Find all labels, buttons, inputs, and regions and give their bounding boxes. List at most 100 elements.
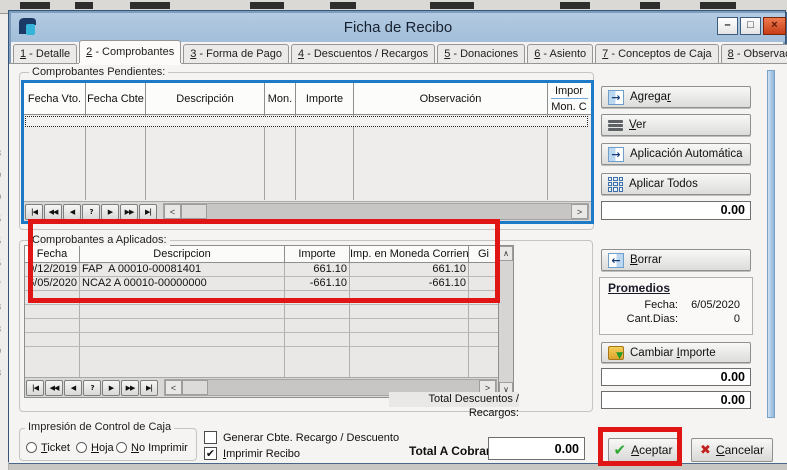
maximize-button[interactable]: □: [740, 17, 761, 35]
title-bar[interactable]: Ficha de Recibo – □ ×: [11, 13, 785, 42]
minimize-button[interactable]: –: [717, 17, 738, 35]
nav-first-button[interactable]: |◀: [25, 204, 43, 220]
scrollbar-thumb[interactable]: [181, 204, 207, 219]
horizontal-scrollbar[interactable]: < >: [163, 203, 589, 220]
cambiar-importe-button[interactable]: ▼ Cambiar Importe: [601, 342, 751, 363]
hoja-label[interactable]: Hoja: [91, 442, 114, 454]
cancelar-label: Cancelar: [716, 443, 764, 457]
agregar-button[interactable]: → Agregar: [601, 86, 751, 108]
col-header-mon[interactable]: Mon.: [265, 83, 296, 114]
nav-last-button[interactable]: ▶|: [139, 204, 157, 220]
close-button[interactable]: ×: [763, 17, 786, 35]
imprimir-recibo-checkbox[interactable]: ✔: [204, 447, 217, 460]
background-text-fragment: [330, 2, 356, 9]
tab-forma-de-pago[interactable]: 3 - Forma de Pago: [183, 44, 289, 63]
scroll-left-button[interactable]: <: [164, 204, 181, 219]
applied-subtotal-field[interactable]: 0.00: [601, 368, 751, 386]
folder-down-icon: ▼: [608, 346, 624, 360]
borrar-label: Borrar: [630, 254, 662, 266]
promedios-fecha-value: 6/05/2020: [678, 299, 740, 311]
nav-search-button[interactable]: ?: [83, 380, 101, 396]
tab-observacion[interactable]: 8 - Observación: [721, 44, 787, 63]
total-a-cobrar-field[interactable]: 0.00: [488, 437, 585, 460]
aplicar-todos-button[interactable]: Aplicar Todos: [601, 173, 751, 195]
selected-empty-row[interactable]: [25, 116, 588, 127]
pending-grid-body[interactable]: [24, 115, 591, 200]
ver-label: Ver: [629, 119, 646, 131]
promedios-fecha-label: Fecha:: [600, 299, 678, 311]
generar-cbte-checkbox[interactable]: [204, 431, 217, 444]
ver-button[interactable]: Ver: [601, 114, 751, 136]
nav-next-button[interactable]: ▶: [102, 380, 120, 396]
apply-arrow-icon: →: [608, 90, 624, 105]
print-group-label: Impresión de Control de Caja: [25, 421, 174, 433]
annotation-rectangle-aceptar: [598, 427, 682, 466]
background-text-fragment: [20, 2, 50, 9]
window-title: Ficha de Recibo: [11, 19, 785, 36]
aplicacion-automatica-button[interactable]: → Aplicación Automática: [601, 143, 751, 165]
no-imprimir-radio[interactable]: [116, 442, 127, 453]
col-header-descripcion[interactable]: Descripción: [146, 83, 265, 114]
pending-total-field[interactable]: 0.00: [601, 201, 751, 220]
nav-first-button[interactable]: |◀: [26, 380, 44, 396]
tab-descuentos-recargos[interactable]: 4 - Descuentos / Recargos: [291, 44, 435, 63]
nav-search-button[interactable]: ?: [82, 204, 100, 220]
promedios-panel: Promedios Fecha: 6/05/2020 Cant.Dias: 0: [599, 277, 753, 335]
tab-detalle[interactable]: 1 - Detalle: [13, 44, 77, 63]
nav-fast-next-button[interactable]: ▶▶: [121, 380, 139, 396]
background-text-fragment: [250, 2, 284, 9]
nav-fast-next-button[interactable]: ▶▶: [120, 204, 138, 220]
total-descuentos-label: Total Descuentos / Recargos:: [389, 392, 519, 407]
hoja-radio[interactable]: [76, 442, 87, 453]
grid-column: [265, 115, 296, 200]
nav-next-button[interactable]: ▶: [101, 204, 119, 220]
ticket-radio[interactable]: [26, 442, 37, 453]
scroll-right-button[interactable]: >: [571, 204, 588, 219]
cross-icon: ✖: [700, 443, 711, 458]
scroll-left-button[interactable]: <: [165, 380, 182, 395]
empty-row: [25, 333, 498, 347]
vertical-scrollbar[interactable]: ∧ ∨: [498, 246, 513, 397]
scrollbar-track[interactable]: [207, 204, 571, 219]
borrar-button[interactable]: ← Borrar: [601, 249, 751, 271]
annotation-rectangle-applied: [28, 219, 500, 303]
background-text-fragment: [560, 2, 590, 9]
empty-row: [25, 319, 498, 333]
nav-prev-button[interactable]: ◀: [64, 380, 82, 396]
pending-grid[interactable]: Fecha Vto. Fecha Cbte Descripción Mon. I…: [21, 80, 594, 224]
generar-cbte-label[interactable]: Generar Cbte. Recargo / Descuento: [223, 432, 399, 444]
promedios-title: Promedios: [608, 281, 752, 295]
col-header-importe[interactable]: Importe: [296, 83, 354, 114]
empty-row: [25, 347, 498, 377]
imprimir-recibo-label[interactable]: Imprimir Recibo: [223, 448, 300, 460]
tab-asiento[interactable]: 6 - Asiento: [527, 44, 593, 63]
col-header-line1: Impor: [555, 83, 584, 98]
scroll-up-button[interactable]: ∧: [499, 246, 513, 261]
nav-fast-prev-button[interactable]: ◀◀: [45, 380, 63, 396]
tab-comprobantes[interactable]: 2 - Comprobantes: [79, 40, 181, 63]
total-descuentos-field[interactable]: 0.00: [601, 391, 751, 409]
grid-column: [354, 115, 548, 200]
ticket-label[interactable]: Ticket: [41, 442, 70, 454]
no-imprimir-label[interactable]: No Imprimir: [131, 442, 188, 454]
nav-fast-prev-button[interactable]: ◀◀: [44, 204, 62, 220]
background-text-fragment: [640, 2, 660, 9]
background-text-fragment: [430, 2, 474, 9]
grid-icon: [608, 177, 623, 192]
apply-arrow-icon: →: [608, 147, 624, 162]
pending-grid-header: Fecha Vto. Fecha Cbte Descripción Mon. I…: [24, 83, 591, 115]
tab-conceptos-de-caja[interactable]: 7 - Conceptos de Caja: [595, 44, 718, 63]
promedios-dias-value: 0: [678, 313, 740, 325]
tab-bar: 1 - Detalle 2 - Comprobantes 3 - Forma d…: [13, 43, 781, 63]
aplicacion-automatica-label: Aplicación Automática: [630, 148, 743, 160]
cancelar-button[interactable]: ✖ Cancelar: [691, 438, 773, 462]
col-header-fecha-cbte[interactable]: Fecha Cbte: [86, 83, 146, 114]
col-header-importe-mon-corriente[interactable]: Impor Mon. C: [548, 83, 591, 114]
scrollbar-thumb[interactable]: [182, 380, 208, 395]
grid-column: [24, 115, 86, 200]
tab-donaciones[interactable]: 5 - Donaciones: [437, 44, 525, 63]
nav-last-button[interactable]: ▶|: [140, 380, 158, 396]
col-header-observacion[interactable]: Observación: [354, 83, 548, 114]
col-header-fecha-vto[interactable]: Fecha Vto.: [24, 83, 86, 114]
nav-prev-button[interactable]: ◀: [63, 204, 81, 220]
